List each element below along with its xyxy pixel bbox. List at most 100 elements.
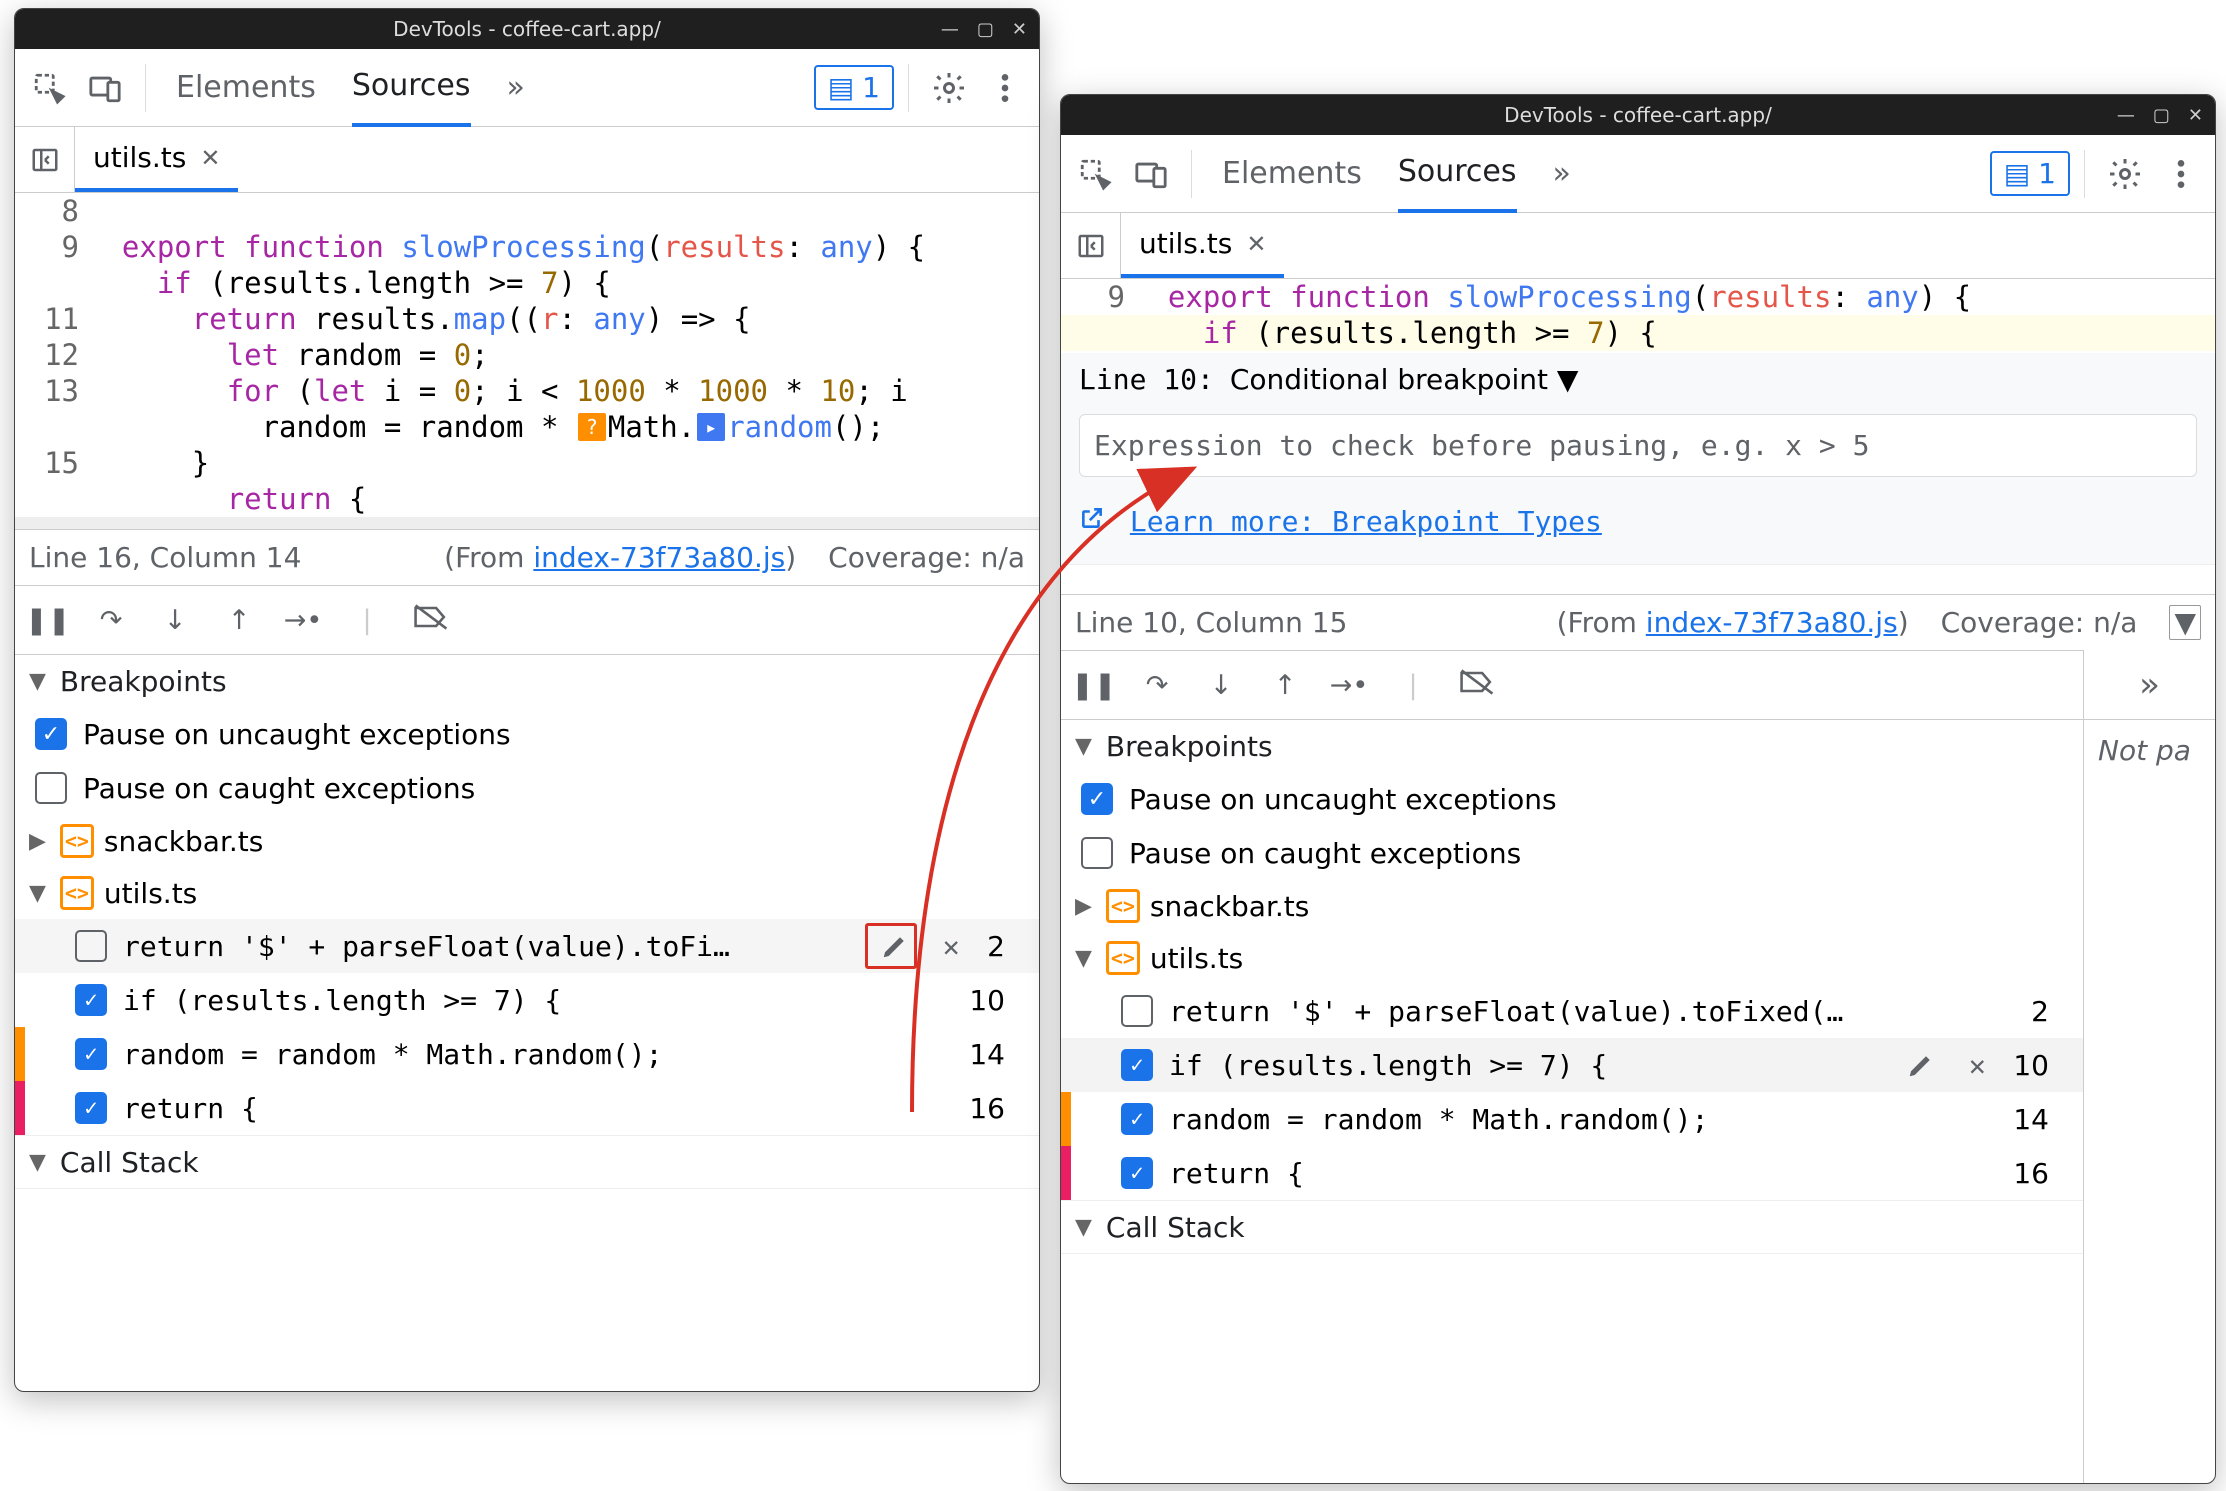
breakpoints-header[interactable]: ▼ Breakpoints xyxy=(15,655,1039,707)
ts-file-icon: <> xyxy=(1106,889,1140,923)
file-group-utils[interactable]: ▼ <> utils.ts xyxy=(1061,932,2083,984)
source-link[interactable]: index-73f73a80.js xyxy=(1646,606,1898,639)
learn-more-link[interactable]: Learn more: Breakpoint Types xyxy=(1130,505,1602,538)
chevron-down-icon: ▼ xyxy=(1075,734,1092,759)
pause-uncaught-option[interactable]: ✓ Pause on uncaught exceptions xyxy=(15,707,1039,761)
pause-icon[interactable]: ❚❚ xyxy=(1071,670,1115,701)
code-editor[interactable]: 9 export function slowProcessing(results… xyxy=(1061,279,2215,594)
chevron-down-icon: ▼ xyxy=(29,1150,46,1175)
breakpoint-item-3[interactable]: ✓ random = random * Math.random(); 14 xyxy=(1061,1092,2083,1146)
message-icon: ▤ xyxy=(2004,157,2030,190)
step-out-icon[interactable]: ↑ xyxy=(1263,670,1307,701)
checkbox-icon[interactable]: ✓ xyxy=(1121,1103,1153,1135)
breakpoints-header[interactable]: ▼ Breakpoints xyxy=(1061,720,2083,772)
kebab-icon[interactable] xyxy=(2155,148,2207,200)
minimize-icon[interactable]: — xyxy=(941,19,959,40)
tab-sources[interactable]: Sources xyxy=(352,49,471,127)
kebab-icon[interactable] xyxy=(979,62,1031,114)
tab-elements[interactable]: Elements xyxy=(176,49,316,127)
debug-toolbar: ❚❚ ↷ ↓ ↑ →• | xyxy=(15,585,1039,655)
source-link[interactable]: index-73f73a80.js xyxy=(533,541,785,574)
breakpoint-edit-popup: Line 10: Conditional breakpoint ▼ Expres… xyxy=(1061,353,2215,564)
pause-caught-option[interactable]: Pause on caught exceptions xyxy=(1061,826,2083,880)
close-tab-icon[interactable]: ✕ xyxy=(1246,230,1266,258)
file-group-snackbar[interactable]: ▶ <> snackbar.ts xyxy=(1061,880,2083,932)
file-group-snackbar[interactable]: ▶ <> snackbar.ts xyxy=(15,815,1039,867)
breakpoint-item-3[interactable]: ✓ random = random * Math.random(); 14 xyxy=(15,1027,1039,1081)
breakpoint-item-4[interactable]: ✓ return { 16 xyxy=(1061,1146,2083,1200)
step-into-icon[interactable]: ↓ xyxy=(1199,670,1243,701)
message-count[interactable]: ▤ 1 xyxy=(1990,151,2070,196)
checkbox-icon[interactable]: ✓ xyxy=(1121,1157,1153,1189)
deactivate-breakpoints-icon[interactable] xyxy=(1455,667,1499,704)
tab-more[interactable]: » xyxy=(507,49,525,127)
step-out-icon[interactable]: ↑ xyxy=(217,605,261,636)
maximize-icon[interactable]: ▢ xyxy=(977,19,994,40)
edit-breakpoint-icon[interactable] xyxy=(1901,1050,1941,1080)
step-icon[interactable]: →• xyxy=(1327,670,1371,701)
close-icon[interactable]: ✕ xyxy=(1012,19,1027,40)
navigator-toggle-icon[interactable] xyxy=(15,127,75,192)
step-icon[interactable]: →• xyxy=(281,605,325,636)
step-into-icon[interactable]: ↓ xyxy=(153,605,197,636)
breakpoint-item-1[interactable]: return '$' + parseFloat(value).toFixed(…… xyxy=(1061,984,2083,1038)
breakpoint-item-1[interactable]: return '$' + parseFloat(value).toFi… ✕ 2 xyxy=(15,919,1039,973)
breakpoint-item-4[interactable]: ✓ return { 16 xyxy=(15,1081,1039,1135)
deactivate-breakpoints-icon[interactable] xyxy=(409,602,453,639)
debug-toolbar: ❚❚ ↷ ↓ ↑ →• | xyxy=(1061,650,2083,720)
close-icon[interactable]: ✕ xyxy=(2188,105,2203,126)
device-icon[interactable] xyxy=(79,62,131,114)
checkbox-icon[interactable]: ✓ xyxy=(75,1092,107,1124)
close-tab-icon[interactable]: ✕ xyxy=(200,144,220,172)
chevron-down-icon: ▼ xyxy=(29,669,46,694)
checkbox-icon[interactable] xyxy=(1121,995,1153,1027)
inspect-icon[interactable] xyxy=(23,62,75,114)
checkbox-icon[interactable]: ✓ xyxy=(1081,783,1113,815)
file-tabs: utils.ts ✕ xyxy=(15,127,1039,193)
remove-breakpoint-icon[interactable]: ✕ xyxy=(1957,1049,1997,1082)
remove-breakpoint-icon[interactable]: ✕ xyxy=(931,930,971,963)
step-over-icon[interactable]: ↷ xyxy=(89,605,133,636)
title-text: DevTools - coffee-cart.app/ xyxy=(393,17,661,41)
callstack-header[interactable]: ▼ Call Stack xyxy=(15,1136,1039,1188)
tab-more[interactable]: » xyxy=(1553,135,1571,213)
popup-line-label: Line 10: xyxy=(1079,363,1214,396)
file-tab-utils[interactable]: utils.ts ✕ xyxy=(1121,213,1284,278)
pause-uncaught-option[interactable]: ✓ Pause on uncaught exceptions xyxy=(1061,772,2083,826)
pause-icon[interactable]: ❚❚ xyxy=(25,605,69,636)
inspect-icon[interactable] xyxy=(1069,148,1121,200)
minimize-icon[interactable]: — xyxy=(2117,105,2135,126)
checkbox-icon[interactable]: ✓ xyxy=(1121,1049,1153,1081)
breakpoint-item-2[interactable]: ✓ if (results.length >= 7) { ✕ 10 xyxy=(1061,1038,2083,1092)
breakpoint-item-2[interactable]: ✓ if (results.length >= 7) { 10 xyxy=(15,973,1039,1027)
checkbox-icon[interactable]: ✓ xyxy=(75,1038,107,1070)
callstack-section: ▼ Call Stack xyxy=(1061,1201,2083,1254)
navigator-toggle-icon[interactable] xyxy=(1061,213,1121,278)
checkbox-icon[interactable] xyxy=(75,930,107,962)
tab-elements[interactable]: Elements xyxy=(1222,135,1362,213)
code-editor[interactable]: 8 9 export function slowProcessing(resul… xyxy=(15,193,1039,529)
gear-icon[interactable] xyxy=(2099,148,2151,200)
edit-breakpoint-icon[interactable] xyxy=(875,931,915,961)
title-text: DevTools - coffee-cart.app/ xyxy=(1504,103,1772,127)
collapse-icon[interactable]: ▼ xyxy=(2169,605,2201,640)
breakpoint-type-select[interactable]: Conditional breakpoint xyxy=(1230,363,1548,396)
step-over-icon[interactable]: ↷ xyxy=(1135,670,1179,701)
tab-sources[interactable]: Sources xyxy=(1398,135,1517,213)
condition-input[interactable]: Expression to check before pausing, e.g.… xyxy=(1079,414,2197,477)
main-toolbar: Elements Sources » ▤ 1 xyxy=(1061,135,2215,213)
file-group-utils[interactable]: ▼ <> utils.ts xyxy=(15,867,1039,919)
pause-caught-option[interactable]: Pause on caught exceptions xyxy=(15,761,1039,815)
callstack-header[interactable]: ▼ Call Stack xyxy=(1061,1201,2083,1253)
maximize-icon[interactable]: ▢ xyxy=(2153,105,2170,126)
checkbox-icon[interactable] xyxy=(35,772,67,804)
devtools-window-left: DevTools - coffee-cart.app/ — ▢ ✕ Elemen… xyxy=(14,8,1040,1392)
message-count[interactable]: ▤ 1 xyxy=(814,65,894,110)
side-tab-more[interactable]: » xyxy=(2084,650,2215,720)
gear-icon[interactable] xyxy=(923,62,975,114)
file-tab-utils[interactable]: utils.ts ✕ xyxy=(75,127,238,192)
device-icon[interactable] xyxy=(1125,148,1177,200)
checkbox-icon[interactable]: ✓ xyxy=(35,718,67,750)
checkbox-icon[interactable]: ✓ xyxy=(75,984,107,1016)
checkbox-icon[interactable] xyxy=(1081,837,1113,869)
